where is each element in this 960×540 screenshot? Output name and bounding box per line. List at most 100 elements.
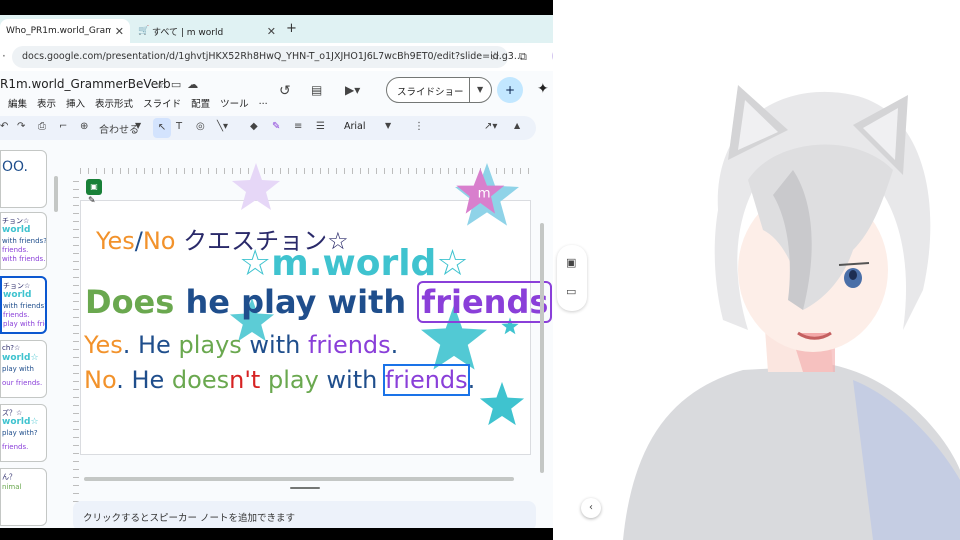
new-tab-button[interactable]: + bbox=[286, 21, 297, 36]
thumb-text: nimal bbox=[2, 483, 22, 491]
slide-thumbnail[interactable]: ズ？☆ world☆ play with? friends. bbox=[0, 404, 47, 462]
move-folder-icon[interactable]: ▭ bbox=[171, 78, 187, 91]
slideshow-button[interactable]: スライドショー ▼ bbox=[386, 77, 492, 103]
side-panel: ▣ ▭ bbox=[557, 245, 587, 311]
chevron-down-icon[interactable]: ▼ bbox=[477, 85, 483, 94]
font-select[interactable]: Arial bbox=[344, 121, 366, 132]
paint-format-icon[interactable]: ⌐ bbox=[59, 121, 67, 132]
collapse-panel-button[interactable]: ‹ bbox=[581, 498, 601, 518]
shape-icon[interactable]: ◎ bbox=[196, 121, 205, 132]
thumb-text: our friends. bbox=[2, 379, 43, 387]
tab-title: すべて | m world bbox=[152, 27, 224, 38]
answer-yes-line[interactable]: Yes. He plays with friends. bbox=[84, 331, 398, 359]
thumb-text: friends. bbox=[2, 443, 29, 451]
border-dash-icon[interactable]: ☰ bbox=[316, 121, 325, 132]
menu-item-view[interactable]: 表示 bbox=[37, 96, 56, 110]
cloud-status-icon[interactable]: ☁ bbox=[187, 78, 204, 91]
omnibox[interactable]: docs.google.com/presentation/d/1ghvtjHKX… bbox=[12, 46, 523, 68]
notes-placeholder: クリックするとスピーカー ノートを追加できます bbox=[83, 513, 296, 524]
n-play: play bbox=[260, 366, 319, 394]
menu-item-arrange[interactable]: 配置 bbox=[191, 96, 210, 110]
extensions-icon[interactable]: ⧉ bbox=[519, 50, 527, 64]
slide-thumbnail-selected[interactable]: チョン☆ world with friends? friends. play w… bbox=[0, 276, 47, 334]
canvas-vertical-scrollbar[interactable] bbox=[540, 223, 544, 473]
thumb-text: with friends? bbox=[3, 302, 47, 310]
comment-icon[interactable]: ▤ bbox=[311, 83, 322, 97]
thumb-text: ch?☆ bbox=[2, 344, 21, 352]
title-slash: / bbox=[134, 227, 143, 255]
video-call-icon[interactable]: ▶▾ bbox=[345, 83, 360, 97]
print-icon[interactable]: ⎙ bbox=[38, 121, 46, 132]
star-icon[interactable]: ☆ bbox=[155, 78, 171, 91]
n-friends-selected[interactable]: friends bbox=[382, 364, 470, 396]
keep-icon[interactable]: ▣ bbox=[566, 256, 576, 269]
filmstrip-scrollbar[interactable] bbox=[54, 176, 58, 212]
edit-mode-icon[interactable]: ↗▾ bbox=[484, 121, 497, 132]
menu-item-tools[interactable]: ツール bbox=[220, 96, 249, 110]
url-text[interactable]: docs.google.com/presentation/d/1ghvtjHKX… bbox=[22, 51, 523, 62]
undo-icon[interactable]: ↶ bbox=[0, 121, 8, 132]
text-box-icon[interactable]: T bbox=[176, 121, 182, 132]
slides-app: R1m.world_GrammerBeVerb ☆▭☁ 編集 表示 挿入 表示形… bbox=[0, 71, 598, 528]
gemini-icon[interactable]: ✦ bbox=[537, 81, 549, 97]
thumb-text: friends. bbox=[2, 246, 29, 254]
bookmark-star-icon[interactable]: ☆ bbox=[490, 50, 500, 63]
a-yes: Yes bbox=[84, 331, 123, 359]
menu-item-format[interactable]: 表示形式 bbox=[95, 96, 133, 110]
site-info-icon[interactable]: · bbox=[2, 49, 6, 63]
slide-thumbnail[interactable]: ん？ nimal bbox=[0, 468, 47, 526]
thumb-text: world☆ bbox=[2, 353, 39, 363]
slide-thumbnail[interactable]: チョン☆ world with friends? friends. with f… bbox=[0, 212, 47, 270]
menu-item-slide[interactable]: スライド bbox=[143, 96, 181, 110]
answer-no-line[interactable]: No. He doesn't play with friends. bbox=[84, 364, 475, 396]
n-nt: n't bbox=[229, 366, 261, 394]
zoom-select[interactable]: 合わせる bbox=[99, 121, 139, 136]
doc-title[interactable]: R1m.world_GrammerBeVerb bbox=[0, 77, 171, 91]
browser-window: Who_PR1m.world_GrammerBeVerb ✕ 🛒 すべて | m… bbox=[0, 15, 598, 528]
thumb-text: friends. bbox=[3, 311, 30, 319]
chevron-down-icon[interactable]: ▼ bbox=[385, 121, 391, 130]
fill-color-icon[interactable]: ◆ bbox=[250, 121, 258, 132]
history-icon[interactable]: ↺ bbox=[279, 83, 291, 99]
n-does: does bbox=[171, 366, 230, 394]
line-icon[interactable]: ╲▾ bbox=[217, 121, 228, 132]
folder-icon[interactable]: ▭ bbox=[566, 285, 576, 298]
zoom-icon[interactable]: ⊕ bbox=[80, 121, 88, 132]
border-weight-icon[interactable]: ≡ bbox=[294, 121, 302, 132]
slide-thumbnail[interactable]: OO. bbox=[0, 150, 47, 208]
redo-icon[interactable]: ↷ bbox=[17, 121, 25, 132]
speaker-notes[interactable]: クリックするとスピーカー ノートを追加できます bbox=[73, 501, 536, 528]
select-pointer-icon[interactable]: ↖ bbox=[153, 118, 171, 138]
menu-item-edit[interactable]: 編集 bbox=[8, 96, 27, 110]
chevron-up-icon[interactable]: ▲ bbox=[514, 121, 520, 130]
thumb-text: OO. bbox=[2, 159, 28, 175]
thumb-text: with friends? bbox=[2, 237, 47, 245]
thumb-text: play with friends. bbox=[3, 320, 45, 328]
question-line[interactable]: Does he play with friends? bbox=[85, 281, 571, 323]
tab-inactive[interactable]: 🛒 すべて | m world ✕ bbox=[132, 19, 282, 43]
vtuber-avatar-area bbox=[553, 0, 960, 540]
star-decoration bbox=[232, 163, 280, 210]
tab-active[interactable]: Who_PR1m.world_GrammerBeVerb ✕ bbox=[0, 19, 130, 43]
edit-pen-icon[interactable]: ✎ bbox=[88, 196, 96, 206]
more-options-icon[interactable]: ⋮ bbox=[414, 121, 424, 132]
slide-canvas[interactable]: ▣ ✎ m Yes/No クエスチョン☆ ☆m.world☆ Does he p… bbox=[80, 163, 571, 455]
slide-thumbnail[interactable]: ch?☆ world☆ play with our friends. bbox=[0, 340, 47, 398]
title-yes: Yes bbox=[96, 227, 135, 255]
a-he: . He bbox=[122, 331, 179, 359]
canvas-horizontal-scrollbar[interactable] bbox=[84, 477, 514, 481]
close-icon[interactable]: ✕ bbox=[115, 25, 124, 38]
menu-item-more[interactable]: ... bbox=[259, 96, 268, 110]
notes-resize-handle[interactable] bbox=[290, 487, 320, 489]
close-icon[interactable]: ✕ bbox=[267, 25, 276, 38]
border-color-icon[interactable]: ✎ bbox=[272, 121, 280, 132]
brand-text[interactable]: ☆m.world☆ bbox=[239, 243, 469, 284]
share-button[interactable]: + bbox=[497, 77, 523, 103]
slide-badge-icon[interactable]: ▣ bbox=[86, 179, 102, 195]
slideshow-label: スライドショー bbox=[397, 87, 464, 98]
title-icons: ☆▭☁ bbox=[155, 78, 204, 91]
toolbar: ↶ ↷ ⎙ ⌐ ⊕ 合わせる ▼ ↖ T ◎ ╲▾ ◆ ✎ ≡ ☰ Arial … bbox=[0, 116, 536, 140]
menu-item-insert[interactable]: 挿入 bbox=[66, 96, 85, 110]
chevron-down-icon[interactable]: ▼ bbox=[135, 121, 141, 130]
thumb-text: play with bbox=[2, 365, 34, 373]
